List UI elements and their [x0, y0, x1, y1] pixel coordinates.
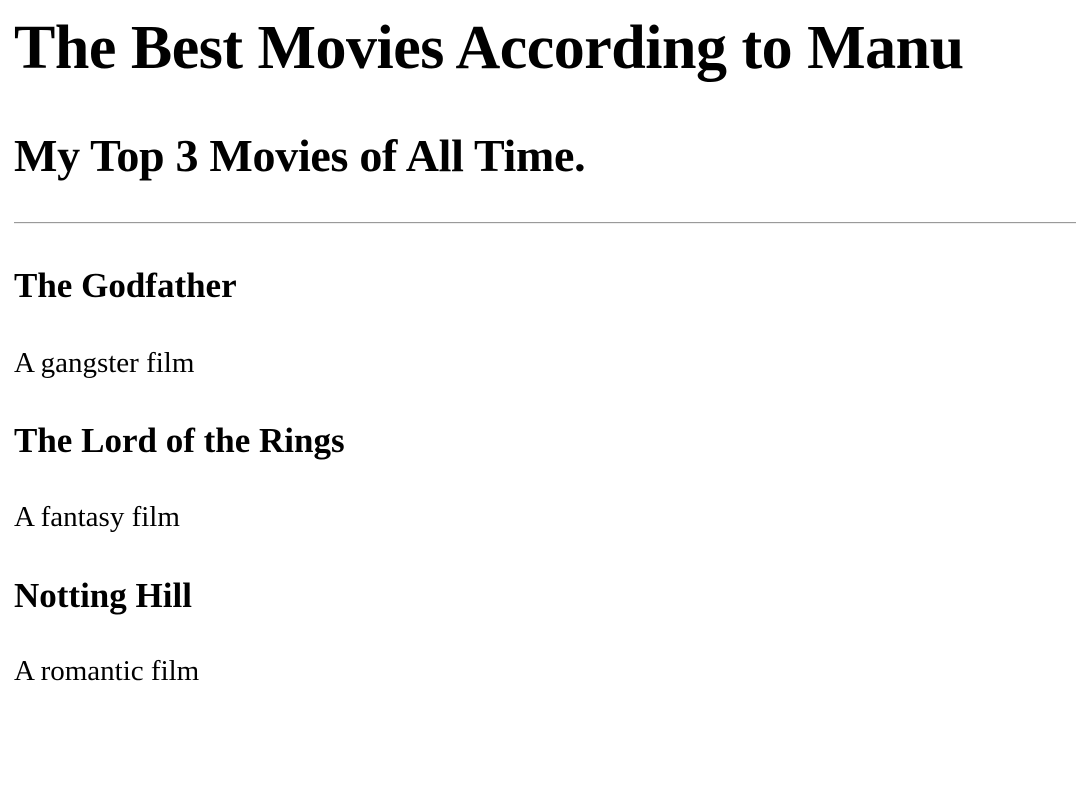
- movie-description: A fantasy film: [14, 501, 180, 533]
- movie-description: A gangster film: [14, 347, 195, 379]
- movie-title: The Lord of the Rings: [14, 421, 345, 460]
- page-content: The Best Movies According to Manu My Top…: [0, 0, 1076, 786]
- page-subtitle: My Top 3 Movies of All Time.: [14, 130, 586, 181]
- movie-description: A romantic film: [14, 655, 200, 687]
- divider: [14, 222, 1076, 224]
- page-title: The Best Movies According to Manu: [14, 14, 964, 82]
- movie-title: The Godfather: [14, 266, 237, 305]
- movie-title: Notting Hill: [14, 576, 192, 615]
